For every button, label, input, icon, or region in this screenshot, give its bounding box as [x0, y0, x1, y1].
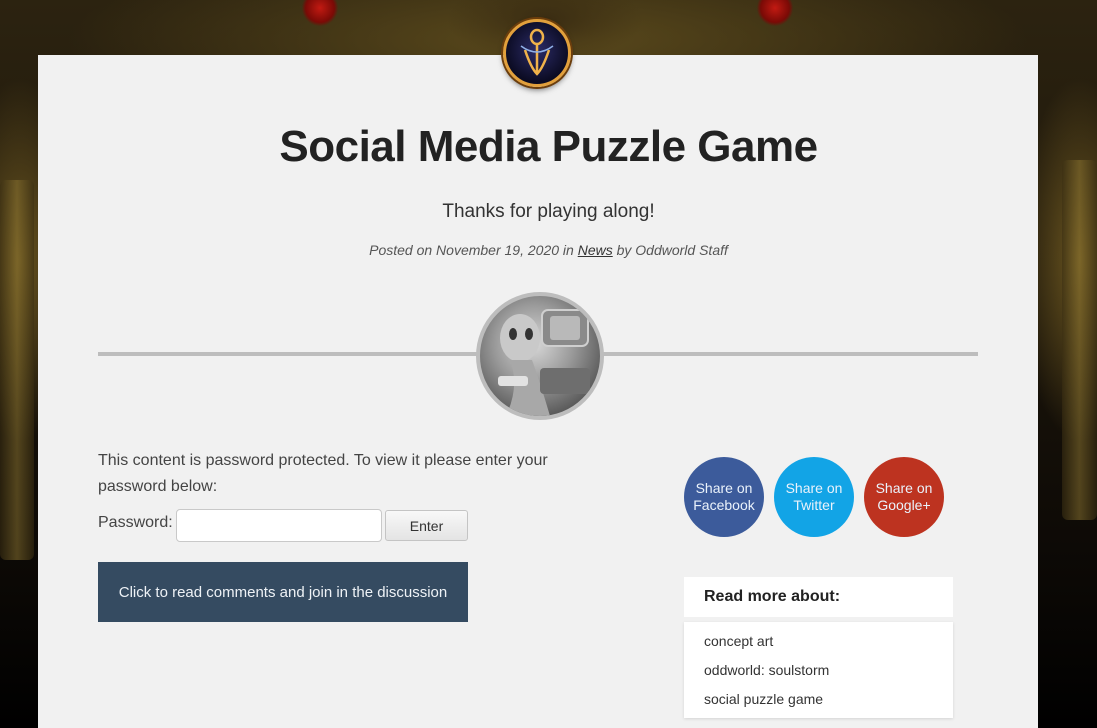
post-meta-prefix: Posted on November 19, 2020 in	[369, 242, 574, 258]
password-input[interactable]	[176, 509, 382, 542]
comments-button[interactable]: Click to read comments and join in the d…	[98, 562, 468, 622]
oddworld-logo-icon[interactable]	[503, 19, 571, 87]
share-twitter-line1: Share on	[785, 480, 843, 496]
share-facebook-button[interactable]: Share on Facebook	[684, 457, 764, 537]
post-meta-author: by Oddworld Staff	[616, 242, 728, 258]
read-more-heading: Read more about:	[684, 577, 953, 617]
share-facebook-line1: Share on	[695, 480, 753, 496]
password-notice: This content is password protected. To v…	[98, 452, 548, 495]
tag-link[interactable]: social puzzle game	[704, 688, 953, 717]
category-link[interactable]: News	[578, 242, 613, 258]
share-google-line1: Share on	[875, 480, 933, 496]
share-google-button[interactable]: Share on Google+	[864, 457, 944, 537]
password-label: Password:	[98, 514, 173, 531]
abe-character-image-icon	[498, 309, 590, 416]
share-twitter-button[interactable]: Share on Twitter	[774, 457, 854, 537]
logo-figure-icon	[520, 28, 554, 76]
tag-link[interactable]: oddworld: soulstorm	[704, 659, 953, 688]
enter-button[interactable]: Enter	[385, 510, 468, 541]
share-google-line2: Google+	[877, 497, 931, 513]
post-meta: Posted on November 19, 2020 in News by O…	[0, 242, 1097, 258]
read-more-tag-list: concept art oddworld: soulstorm social p…	[684, 622, 953, 718]
post-title: Social Media Puzzle Game	[279, 122, 818, 171]
share-facebook-line2: Facebook	[693, 497, 755, 513]
featured-image	[476, 292, 604, 420]
tag-link[interactable]: concept art	[704, 630, 953, 659]
post-subtitle: Thanks for playing along!	[442, 201, 655, 222]
background-strut-left	[0, 180, 34, 560]
share-twitter-line2: Twitter	[793, 497, 835, 513]
